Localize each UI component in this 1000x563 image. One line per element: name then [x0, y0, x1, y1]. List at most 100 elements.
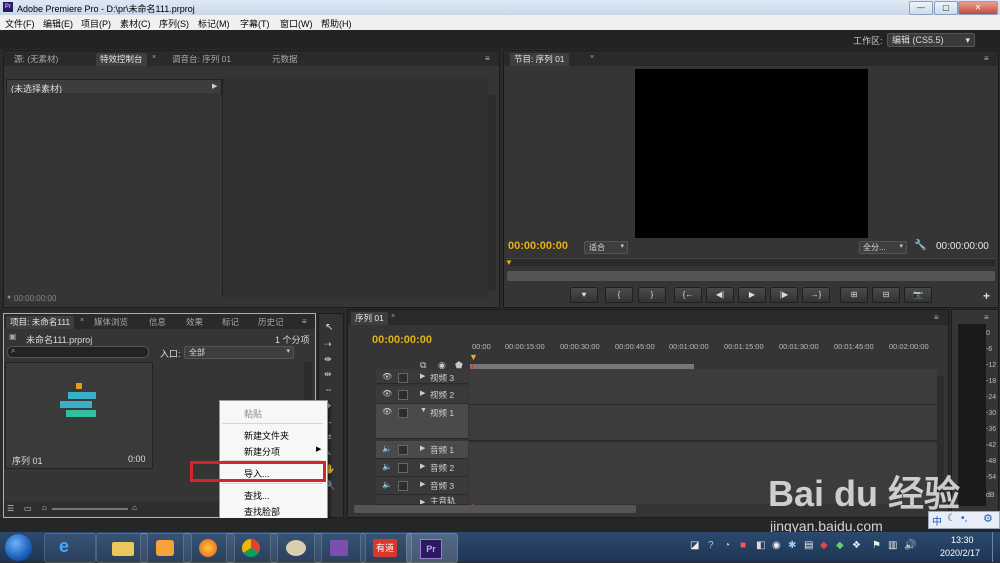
chevron-right-icon[interactable]: ▶: [420, 372, 425, 380]
tab-program[interactable]: 节目: 序列 01: [510, 53, 569, 66]
extract-button[interactable]: ⊟: [872, 287, 900, 303]
eye-icon[interactable]: 👁: [382, 389, 392, 398]
export-frame-button[interactable]: 📷: [904, 287, 932, 303]
youdao-icon[interactable]: 有道: [360, 533, 412, 563]
menu-clip[interactable]: 素材(C): [120, 17, 151, 30]
tray-icon[interactable]: ◆: [820, 540, 828, 551]
mark-out-button[interactable]: }: [638, 287, 666, 303]
eye-icon[interactable]: 👁: [382, 407, 392, 416]
speaker-icon[interactable]: 🔈: [382, 480, 392, 489]
zoom-in-icon[interactable]: ⌂: [132, 503, 137, 512]
maximize-button[interactable]: ▢: [934, 1, 958, 15]
play-button[interactable]: ▶: [738, 287, 766, 303]
menu-item-find[interactable]: 查找...: [244, 489, 270, 502]
tab-project[interactable]: 项目: 未命名111: [6, 316, 75, 329]
rolling-edit-tool-icon[interactable]: ⇹: [324, 369, 332, 380]
chevron-right-icon[interactable]: ▶: [420, 444, 425, 452]
premiere-taskbar-icon[interactable]: Pr: [406, 533, 458, 563]
program-ruler[interactable]: [507, 258, 995, 266]
zoom-out-icon[interactable]: ⌂: [42, 503, 47, 512]
chevron-right-icon[interactable]: ▶: [420, 498, 425, 504]
minimize-button[interactable]: —: [909, 1, 933, 15]
help-icon[interactable]: ?: [708, 540, 714, 551]
volume-icon[interactable]: 🔊: [904, 540, 916, 551]
rate-stretch-tool-icon[interactable]: ⇔: [324, 384, 333, 394]
network-icon[interactable]: ▥: [888, 540, 897, 551]
chevron-right-icon[interactable]: ▶: [420, 389, 425, 397]
bluetooth-icon[interactable]: ✱: [788, 540, 796, 551]
menu-marker[interactable]: 标记(M): [198, 17, 230, 30]
lock-toggle[interactable]: [398, 481, 408, 491]
speaker-icon[interactable]: 🔈: [382, 444, 392, 453]
tab-media-browser[interactable]: 媒体浏览: [90, 316, 132, 329]
menu-sequence[interactable]: 序列(S): [159, 17, 189, 30]
mark-in-button[interactable]: {: [605, 287, 633, 303]
tab-effects[interactable]: 效果: [182, 316, 207, 329]
tray-icon[interactable]: ◔: [724, 540, 730, 551]
panel-menu-icon[interactable]: ≡: [934, 313, 944, 322]
icon-view-icon[interactable]: ▭: [24, 504, 32, 513]
program-timecode[interactable]: 00:00:00:00: [508, 240, 568, 252]
track-master[interactable]: ▶ 主音轨: [376, 495, 468, 505]
tab-audio-mixer[interactable]: 调音台: 序列 01: [168, 53, 235, 66]
lock-toggle[interactable]: [398, 373, 408, 383]
tab-effect-controls[interactable]: 特效控制台: [96, 53, 147, 66]
step-back-button[interactable]: ◀|: [706, 287, 734, 303]
tab-info[interactable]: 信息: [145, 316, 170, 329]
tab-markers[interactable]: 标记: [218, 316, 243, 329]
chevron-right-icon[interactable]: ▶: [420, 462, 425, 470]
tray-icon[interactable]: ◪: [690, 540, 699, 551]
menu-project[interactable]: 项目(P): [81, 17, 111, 30]
close-tab-icon[interactable]: ×: [391, 313, 395, 320]
panel-menu-icon[interactable]: ≡: [302, 317, 312, 326]
chevron-down-icon[interactable]: ▼: [420, 407, 427, 414]
clock-time[interactable]: 13:30: [951, 535, 974, 545]
zoom-slider[interactable]: [52, 508, 128, 510]
track-video-3[interactable]: 👁 ▶ 视频 3: [376, 369, 468, 384]
tray-icon[interactable]: ◆: [836, 540, 844, 551]
track-video-2[interactable]: 👁 ▶ 视频 2: [376, 386, 468, 404]
tab-sequence[interactable]: 序列 01: [351, 312, 388, 325]
close-tab-icon[interactable]: ×: [590, 54, 594, 61]
tray-icon[interactable]: ❖: [852, 540, 861, 551]
list-view-icon[interactable]: ☰: [7, 504, 14, 513]
panel-menu-icon[interactable]: ≡: [984, 54, 994, 63]
speaker-icon[interactable]: 🔈: [382, 462, 392, 471]
start-button[interactable]: [5, 534, 32, 561]
clock-date[interactable]: 2020/2/17: [940, 548, 980, 558]
ime-toolbar[interactable]: 中 ☾ •, ⚙: [928, 511, 1000, 529]
menu-edit[interactable]: 编辑(E): [43, 17, 73, 30]
menu-help[interactable]: 帮助(H): [321, 17, 352, 30]
menu-file[interactable]: 文件(F): [5, 17, 35, 30]
fit-select[interactable]: 适合 ▾: [584, 241, 628, 254]
timeline-h-scrollbar[interactable]: [354, 505, 636, 513]
workspace-select[interactable]: 编辑 (CS5.5) ▾: [887, 33, 975, 47]
tab-source[interactable]: 源: (无素材): [10, 53, 62, 66]
close-button[interactable]: ✕: [958, 1, 998, 15]
eye-icon[interactable]: 👁: [382, 372, 392, 381]
ie-icon[interactable]: e: [44, 533, 96, 563]
show-desktop-button[interactable]: [992, 532, 1000, 562]
sequence-thumbnail[interactable]: [5, 362, 153, 469]
menu-title[interactable]: 字幕(T): [240, 17, 270, 30]
track-video-1[interactable]: 👁 ▼ 视频 1: [376, 404, 468, 439]
menu-item-new-bin[interactable]: 新建文件夹: [244, 429, 289, 442]
entry-select[interactable]: 全部 ▾: [184, 346, 294, 359]
step-forward-button[interactable]: |▶: [770, 287, 798, 303]
selection-tool-icon[interactable]: ↖: [325, 322, 333, 333]
flag-icon[interactable]: ⚑: [872, 540, 881, 551]
resolution-select[interactable]: 全分... ▾: [859, 241, 907, 254]
chevron-right-icon[interactable]: ▶: [420, 480, 425, 488]
marker-button[interactable]: ♥: [570, 287, 598, 303]
menu-item-find-faces[interactable]: 查找脸部: [244, 505, 280, 518]
scrollbar[interactable]: [488, 95, 496, 291]
lock-toggle[interactable]: [398, 463, 408, 473]
track-audio-1[interactable]: 🔈 ▶ 音频 1: [376, 441, 468, 459]
tray-icon[interactable]: ▤: [804, 540, 813, 551]
timeline-timecode[interactable]: 00:00:00:00: [372, 334, 432, 346]
close-tab-icon[interactable]: ×: [80, 317, 84, 324]
menu-window[interactable]: 窗口(W): [280, 17, 313, 30]
panel-menu-icon[interactable]: ≡: [984, 313, 994, 322]
panel-menu-icon[interactable]: ≡: [485, 54, 495, 63]
lock-toggle[interactable]: [398, 408, 408, 418]
